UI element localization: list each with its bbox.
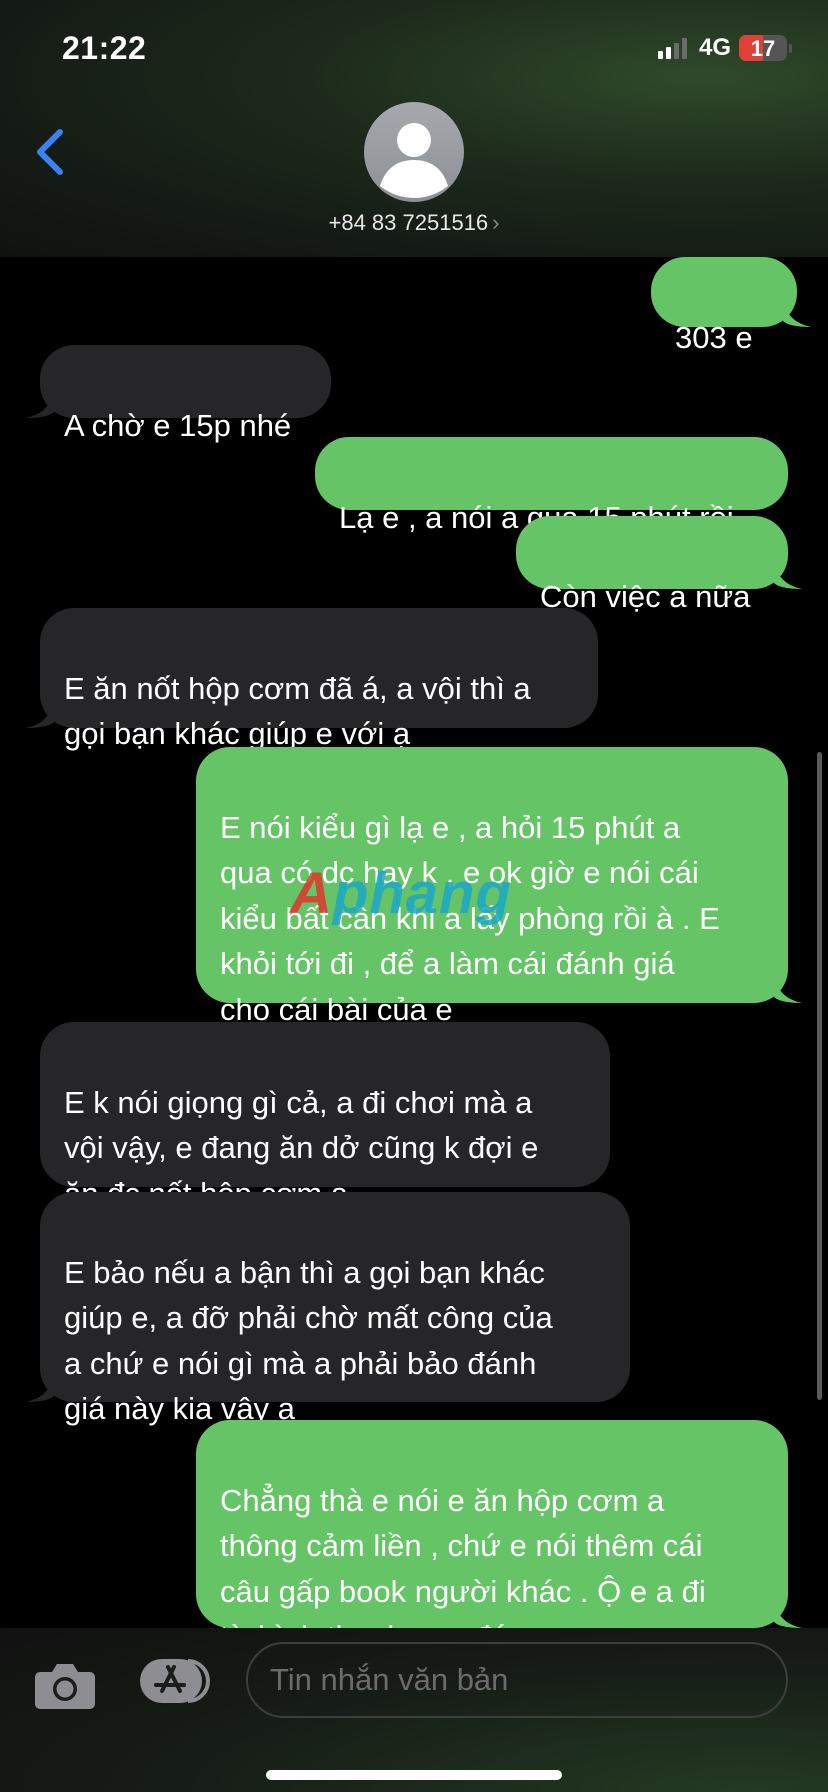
message-bubble-incoming[interactable]: E ăn nốt hộp cơm đã á, a vội thì a gọi b… bbox=[26, 608, 598, 751]
bubble-tail bbox=[774, 973, 802, 1003]
message-text: E ăn nốt hộp cơm đã á, a vội thì a gọi b… bbox=[64, 670, 531, 752]
bubble-tail bbox=[774, 1598, 802, 1628]
message-input[interactable] bbox=[246, 1642, 788, 1718]
message-bubble-incoming[interactable]: A chờ e 15p nhé bbox=[26, 345, 331, 443]
message-bubble-incoming[interactable]: E k nói giọng gì cả, a đi chơi mà a vội … bbox=[40, 1022, 610, 1211]
message-text: 303 e bbox=[675, 319, 753, 355]
signal-icon bbox=[657, 37, 687, 59]
message-thread[interactable]: 303 e A chờ e 15p nhé Lạ e , a nói a qua… bbox=[0, 257, 828, 1628]
conversation-header: 21:22 4G 17 +84 83 7251516 › bbox=[0, 0, 828, 257]
app-store-button[interactable] bbox=[138, 1655, 214, 1707]
bubble-tail bbox=[26, 388, 54, 418]
message-text: Chẳng thà e nói e ăn hộp cơm a thông cảm… bbox=[220, 1482, 706, 1629]
scrollbar[interactable] bbox=[817, 752, 822, 1400]
chevron-right-icon: › bbox=[492, 210, 500, 235]
back-button[interactable] bbox=[30, 126, 70, 178]
message-bubble-incoming[interactable]: E bảo nếu a bận thì a gọi bạn khác giúp … bbox=[26, 1192, 630, 1426]
message-bubble-outgoing[interactable]: 303 e bbox=[651, 257, 811, 355]
camera-icon bbox=[35, 1664, 95, 1709]
bubble-tail bbox=[26, 698, 54, 728]
contact-avatar-icon bbox=[380, 123, 448, 198]
message-bubble-outgoing[interactable]: Chẳng thà e nói e ăn hộp cơm a thông cảm… bbox=[196, 1420, 802, 1629]
contact-avatar[interactable] bbox=[364, 102, 464, 202]
bubble-tail bbox=[26, 1372, 54, 1402]
bubble-tail bbox=[774, 559, 802, 589]
bubble-tail bbox=[783, 297, 811, 327]
message-text: A chờ e 15p nhé bbox=[64, 407, 292, 443]
app-store-icon bbox=[140, 1659, 210, 1703]
battery-level: 17 bbox=[750, 36, 776, 61]
back-chevron-icon bbox=[37, 129, 63, 175]
status-indicators: 4G 17 bbox=[657, 34, 792, 62]
message-bubble-outgoing[interactable]: Lạ e , a nói a qua 15 phút rồi bbox=[315, 437, 788, 535]
camera-button[interactable] bbox=[34, 1660, 96, 1710]
message-text: E bảo nếu a bận thì a gọi bạn khác giúp … bbox=[64, 1254, 553, 1427]
message-bubble-outgoing[interactable]: Còn việc a nữa bbox=[516, 516, 802, 614]
home-indicator[interactable] bbox=[266, 1770, 562, 1780]
network-type: 4G bbox=[698, 34, 731, 61]
battery-icon: 17 bbox=[739, 35, 792, 61]
status-time: 21:22 bbox=[62, 30, 147, 66]
contact-name-button[interactable]: +84 83 7251516 › bbox=[0, 210, 828, 236]
message-text: E nói kiểu gì lạ e , a hỏi 15 phút a qua… bbox=[220, 809, 720, 1027]
message-bubble-outgoing[interactable]: E nói kiểu gì lạ e , a hỏi 15 phút a qua… bbox=[196, 747, 802, 1027]
composer-bar bbox=[0, 1628, 828, 1792]
contact-number: +84 83 7251516 bbox=[328, 210, 489, 235]
